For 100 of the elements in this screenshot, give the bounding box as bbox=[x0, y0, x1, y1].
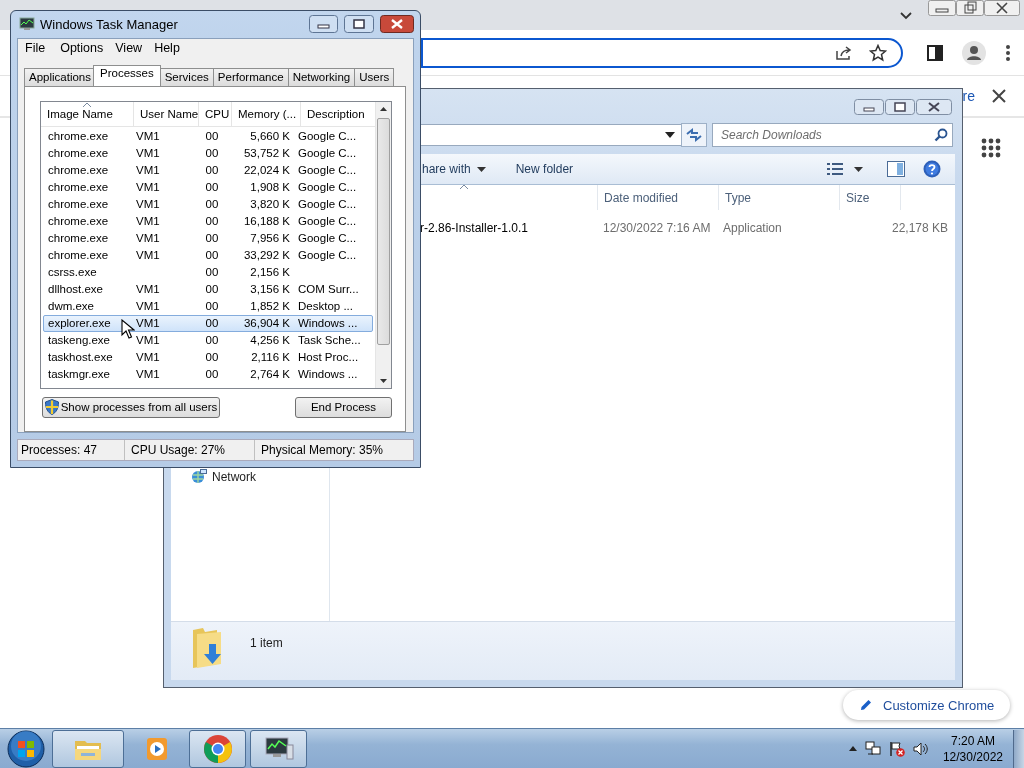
search-icon[interactable] bbox=[934, 128, 948, 142]
address-bar[interactable] bbox=[421, 37, 903, 68]
more-menu-icon[interactable] bbox=[1005, 43, 1011, 62]
tab[interactable]: Networking bbox=[287, 67, 356, 86]
profile-icon[interactable] bbox=[962, 40, 986, 65]
tab[interactable]: Processes bbox=[93, 64, 161, 86]
end-process-button[interactable]: End Process bbox=[295, 396, 392, 418]
table-cell: VM1 bbox=[136, 300, 160, 313]
table-row[interactable]: taskeng.exe VM1 00 4,256 K Task Sche... bbox=[43, 331, 373, 349]
pencil-icon bbox=[859, 698, 873, 712]
table-row[interactable]: chrome.exe VM1 00 16,188 K Google C... bbox=[43, 212, 373, 230]
caret-up-icon[interactable] bbox=[848, 746, 857, 751]
menu-button[interactable]: hare with bbox=[422, 158, 486, 180]
table-cell: Task Sche... bbox=[298, 334, 361, 347]
table-row[interactable]: chrome.exe VM1 00 3,820 K Google C... bbox=[43, 195, 373, 213]
table-row[interactable]: dllhost.exe VM1 00 3,156 K COM Surr... bbox=[43, 280, 373, 298]
tab[interactable]: Services bbox=[159, 67, 214, 86]
table-row[interactable]: chrome.exe VM1 00 22,024 K Google C... bbox=[43, 161, 373, 179]
menu-item[interactable]: File bbox=[19, 41, 52, 56]
table-row[interactable]: csrss.exe 00 2,156 K bbox=[43, 263, 373, 281]
speaker-icon[interactable] bbox=[912, 740, 929, 757]
close-icon[interactable] bbox=[984, 0, 1020, 16]
close-icon[interactable] bbox=[380, 15, 414, 34]
table-cell: explorer.exe bbox=[48, 317, 111, 330]
table-cell: 5,660 K bbox=[250, 130, 290, 143]
tab[interactable]: Users bbox=[354, 67, 395, 86]
nav-item[interactable]: Network bbox=[191, 469, 256, 485]
close-icon[interactable] bbox=[916, 99, 952, 115]
table-cell: VM1 bbox=[136, 147, 160, 160]
column-header[interactable]: Description bbox=[301, 101, 375, 126]
side-panel-icon[interactable] bbox=[927, 44, 943, 61]
table-cell: 00 bbox=[205, 334, 219, 347]
table-cell: chrome.exe bbox=[48, 181, 109, 194]
help-icon[interactable] bbox=[923, 160, 941, 178]
view-list-icon[interactable] bbox=[827, 162, 843, 176]
tab[interactable]: Performance bbox=[212, 67, 289, 86]
menu-item[interactable]: Options bbox=[54, 41, 110, 56]
window-title: Windows Task Manager bbox=[40, 16, 178, 32]
start-orb-icon[interactable] bbox=[6, 728, 46, 768]
table-row[interactable]: dwm.exe VM1 00 1,852 K Desktop ... bbox=[43, 297, 373, 315]
table-row[interactable]: chrome.exe VM1 00 33,292 K Google C... bbox=[43, 246, 373, 264]
table-row[interactable]: taskhost.exe VM1 00 2,116 K Host Proc... bbox=[43, 348, 373, 366]
dropdown-icon bbox=[476, 166, 486, 172]
table-row[interactable]: chrome.exe VM1 00 7,956 K Google C... bbox=[43, 229, 373, 247]
table-row[interactable]: taskmgr.exe VM1 00 2,764 K Windows ... bbox=[43, 365, 373, 383]
star-icon[interactable] bbox=[869, 43, 887, 62]
refresh-icon[interactable] bbox=[681, 123, 707, 147]
menu-item[interactable]: View bbox=[109, 41, 149, 56]
network-icon[interactable] bbox=[864, 740, 881, 757]
chevron-down-icon[interactable] bbox=[899, 11, 913, 21]
network-icon bbox=[191, 469, 207, 485]
dropdown-icon[interactable] bbox=[854, 166, 863, 172]
close-icon[interactable] bbox=[992, 89, 1006, 103]
column-header[interactable]: Date modified bbox=[598, 185, 719, 210]
customize-button[interactable]: Customize Chrome bbox=[843, 690, 1011, 720]
selected-row[interactable]: explorer.exe VM1 00 36,904 K Windows ... bbox=[43, 314, 373, 332]
column-header[interactable]: Size bbox=[840, 185, 901, 210]
minimize-icon[interactable] bbox=[854, 99, 884, 115]
file-name[interactable]: r-2.86-Installer-1.0.1 bbox=[420, 221, 603, 235]
table-row[interactable]: chrome.exe VM1 00 1,908 K Google C... bbox=[43, 178, 373, 196]
scrollbar-thumb[interactable] bbox=[377, 117, 390, 345]
link-text[interactable]: re bbox=[962, 88, 975, 104]
taskbar-button[interactable] bbox=[250, 729, 307, 768]
table-cell: VM1 bbox=[136, 317, 160, 330]
maximize-icon[interactable] bbox=[885, 99, 915, 115]
column-header[interactable]: Memory (... bbox=[232, 101, 301, 126]
tab[interactable]: Applications bbox=[24, 67, 96, 86]
table-cell: 00 bbox=[205, 368, 219, 381]
preview-pane-icon[interactable] bbox=[887, 161, 905, 177]
menu-item[interactable]: Help bbox=[148, 41, 186, 56]
search-field[interactable]: Search Downloads bbox=[712, 123, 953, 147]
clock-date[interactable]: 12/30/2022 bbox=[942, 748, 1003, 765]
table-row[interactable]: chrome.exe VM1 00 5,660 K Google C... bbox=[43, 127, 373, 145]
column-header[interactable]: CPU bbox=[199, 101, 232, 126]
table-row[interactable]: chrome.exe VM1 00 53,752 K Google C... bbox=[43, 144, 373, 162]
clock-time[interactable]: 7:20 AM bbox=[950, 732, 995, 749]
toolbar-button[interactable]: New folder bbox=[515, 158, 574, 180]
minimize-icon[interactable] bbox=[309, 15, 338, 34]
apps-grid-icon[interactable] bbox=[981, 138, 1001, 158]
maximize-icon[interactable] bbox=[344, 15, 374, 34]
scroll-down-icon[interactable] bbox=[380, 378, 387, 383]
show-desktop-button[interactable] bbox=[1013, 729, 1024, 768]
table-cell: chrome.exe bbox=[48, 232, 109, 245]
table-cell-text: 22,178 KB bbox=[890, 221, 948, 235]
table-cell: VM1 bbox=[136, 334, 160, 347]
dropdown-icon[interactable] bbox=[665, 132, 675, 138]
column-header[interactable]: User Name bbox=[134, 101, 199, 126]
table-cell-text: 12/30/2022 7:16 AM bbox=[603, 221, 712, 235]
flag-error-icon[interactable] bbox=[888, 740, 905, 757]
taskbar-button[interactable] bbox=[52, 729, 124, 768]
column-header[interactable]: Type bbox=[719, 185, 840, 210]
scroll-up-icon[interactable] bbox=[380, 106, 387, 111]
taskbar-button[interactable] bbox=[189, 729, 246, 768]
share-icon[interactable] bbox=[835, 44, 853, 61]
show-all-button[interactable]: Show processes from all users bbox=[42, 396, 220, 418]
table-cell: 33,292 K bbox=[243, 249, 290, 262]
table-cell-text: Application bbox=[723, 221, 783, 235]
column-header[interactable]: Image Name bbox=[41, 101, 134, 126]
table-cell: chrome.exe bbox=[48, 130, 109, 143]
restore-icon[interactable] bbox=[956, 0, 984, 16]
